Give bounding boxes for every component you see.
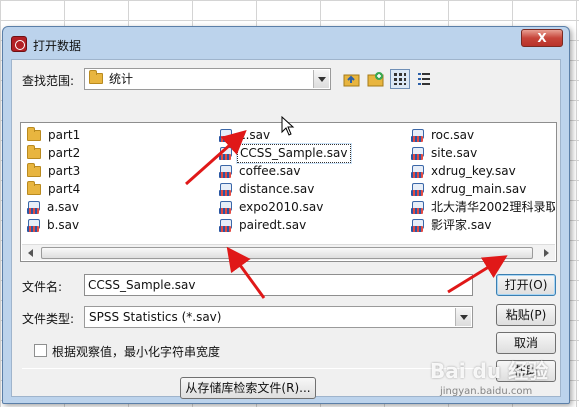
- up-folder-icon: [343, 74, 360, 87]
- list-view-icon: [394, 73, 406, 85]
- chevron-down-icon[interactable]: [455, 308, 471, 326]
- new-folder-button[interactable]: [366, 69, 386, 89]
- sav-file-icon: [411, 164, 424, 179]
- details-view-button[interactable]: [414, 69, 434, 89]
- open-data-dialog: 打开数据 X 查找范围: 统计 part1 part2 part3 part4 …: [2, 26, 570, 404]
- list-view-button[interactable]: [390, 69, 410, 89]
- list-item[interactable]: xdrug_key.sav: [411, 163, 518, 180]
- sav-file-icon: [219, 164, 232, 179]
- list-item[interactable]: 北大清华2002理科录取比: [411, 199, 555, 216]
- list-item[interactable]: distance.sav: [219, 181, 316, 198]
- up-folder-button[interactable]: [342, 69, 362, 89]
- list-item-selected[interactable]: CCSS_Sample.sav: [219, 143, 352, 164]
- titlebar[interactable]: 打开数据 X: [3, 27, 569, 57]
- lookin-value: 统计: [109, 72, 134, 86]
- mouse-cursor-icon: [281, 116, 295, 136]
- sav-file-icon: [411, 218, 424, 233]
- list-item[interactable]: coffee.sav: [219, 163, 303, 180]
- sav-file-icon: [219, 146, 232, 161]
- filename-input[interactable]: CCSS_Sample.sav: [84, 274, 473, 296]
- scroll-left-icon[interactable]: [23, 246, 39, 260]
- folder-icon: [27, 127, 41, 141]
- filename-label: 文件名:: [22, 280, 63, 294]
- lookin-label: 查找范围:: [22, 74, 75, 88]
- sav-file-icon: [27, 218, 40, 233]
- horizontal-scrollbar[interactable]: [22, 244, 555, 260]
- new-folder-icon: [367, 72, 384, 87]
- folder-icon: [27, 163, 41, 177]
- list-item[interactable]: b.sav: [27, 217, 81, 234]
- sav-file-icon: [219, 218, 232, 233]
- retrieve-from-repository-button[interactable]: 从存储库检索文件(R)...: [180, 377, 316, 399]
- list-item[interactable]: c.sav: [219, 127, 272, 144]
- list-item[interactable]: expo2010.sav: [219, 199, 325, 216]
- list-item[interactable]: a.sav: [27, 199, 81, 216]
- checkbox-label: 根据观察值，最小化字符串宽度: [52, 345, 221, 359]
- list-item[interactable]: part1: [27, 127, 82, 144]
- open-button[interactable]: 打开(O): [496, 274, 556, 296]
- filetype-value: SPSS Statistics (*.sav): [89, 310, 222, 324]
- list-item[interactable]: roc.sav: [411, 127, 476, 144]
- list-item[interactable]: part2: [27, 145, 82, 162]
- list-item[interactable]: 影评家.sav: [411, 217, 494, 234]
- scroll-right-icon[interactable]: [538, 246, 554, 260]
- minimize-string-width-checkbox[interactable]: [34, 344, 47, 357]
- chevron-down-icon[interactable]: [313, 70, 329, 88]
- close-button[interactable]: X: [521, 29, 563, 47]
- watermark-url: jingyan.baidu.com: [440, 386, 533, 397]
- sav-file-icon: [219, 128, 232, 143]
- file-list[interactable]: part1 part2 part3 part4 a.sav b.sav c.sa…: [20, 122, 557, 262]
- list-item[interactable]: xdrug_main.sav: [411, 181, 528, 198]
- sav-file-icon: [411, 182, 424, 197]
- scrollbar-thumb[interactable]: [41, 247, 533, 259]
- divider: [22, 368, 484, 369]
- sav-file-icon: [219, 200, 232, 215]
- folder-icon: [89, 69, 103, 89]
- folder-icon: [27, 145, 41, 159]
- list-item[interactable]: part4: [27, 181, 82, 198]
- sav-file-icon: [219, 182, 232, 197]
- sav-file-icon: [411, 146, 424, 161]
- list-item[interactable]: pairedt.sav: [219, 217, 308, 234]
- sav-file-icon: [27, 200, 40, 215]
- dialog-title: 打开数据: [33, 39, 82, 53]
- details-view-icon: [418, 73, 430, 85]
- list-item[interactable]: site.sav: [411, 145, 479, 162]
- lookin-combo[interactable]: 统计: [84, 68, 331, 90]
- spss-app-icon: [11, 36, 27, 52]
- filetype-combo[interactable]: SPSS Statistics (*.sav): [84, 306, 473, 328]
- list-item[interactable]: part3: [27, 163, 82, 180]
- folder-icon: [27, 181, 41, 195]
- cancel-button[interactable]: 取消: [496, 332, 556, 354]
- baidu-watermark: Bai du 经验: [430, 359, 549, 383]
- dialog-body: 查找范围: 统计 part1 part2 part3 part4 a.sav b…: [11, 59, 561, 399]
- sav-file-icon: [411, 128, 424, 143]
- sav-file-icon: [411, 200, 424, 215]
- filetype-label: 文件类型:: [22, 312, 75, 326]
- paste-button[interactable]: 粘贴(P): [496, 304, 556, 326]
